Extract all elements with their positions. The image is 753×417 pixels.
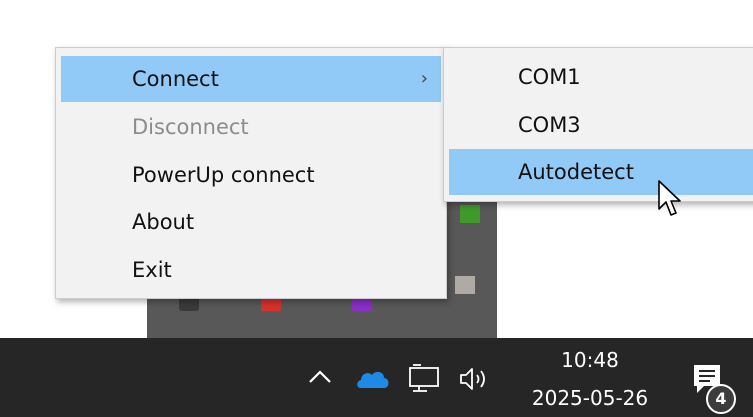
taskbar-clock[interactable]: 10:48 2025-05-26 bbox=[505, 338, 675, 417]
submenu-item-com1[interactable]: COM1 bbox=[449, 54, 753, 100]
submenu-item-label: COM1 bbox=[518, 65, 581, 89]
chevron-up-icon[interactable] bbox=[306, 365, 334, 387]
submenu-item-label: COM3 bbox=[518, 113, 581, 137]
menu-item-disconnect: Disconnect bbox=[61, 104, 441, 150]
onedrive-cloud-icon[interactable] bbox=[355, 368, 391, 390]
notification-center-button[interactable]: 4 bbox=[690, 358, 740, 414]
submenu-arrow-icon: › bbox=[420, 68, 428, 89]
menu-item-label: About bbox=[132, 210, 195, 234]
menu-item-about[interactable]: About bbox=[61, 199, 441, 245]
menu-item-label: Disconnect bbox=[132, 115, 249, 139]
clock-time: 10:48 bbox=[561, 348, 619, 372]
tray-app-icon[interactable] bbox=[460, 205, 480, 223]
connect-submenu: COM1 COM3 Autodetect bbox=[443, 47, 753, 202]
menu-item-label: Exit bbox=[132, 258, 172, 282]
tray-context-menu: Connect › Disconnect PowerUp connect Abo… bbox=[55, 47, 447, 299]
taskbar: 10:48 2025-05-26 4 bbox=[0, 338, 753, 417]
submenu-item-com3[interactable]: COM3 bbox=[449, 102, 753, 148]
mouse-pointer-icon bbox=[658, 180, 681, 216]
tray-app-icon[interactable] bbox=[455, 276, 475, 294]
menu-item-exit[interactable]: Exit bbox=[61, 247, 441, 293]
menu-item-label: Connect bbox=[132, 67, 219, 91]
menu-item-label: PowerUp connect bbox=[132, 163, 315, 187]
clock-date: 2025-05-26 bbox=[531, 386, 649, 410]
network-icon[interactable] bbox=[407, 364, 447, 394]
submenu-item-autodetect[interactable]: Autodetect bbox=[449, 149, 753, 195]
speaker-icon[interactable] bbox=[457, 364, 497, 394]
notification-count-badge: 4 bbox=[706, 384, 736, 414]
menu-item-powerup-connect[interactable]: PowerUp connect bbox=[61, 152, 441, 198]
submenu-item-label: Autodetect bbox=[518, 160, 634, 184]
menu-item-connect[interactable]: Connect › bbox=[61, 56, 441, 102]
